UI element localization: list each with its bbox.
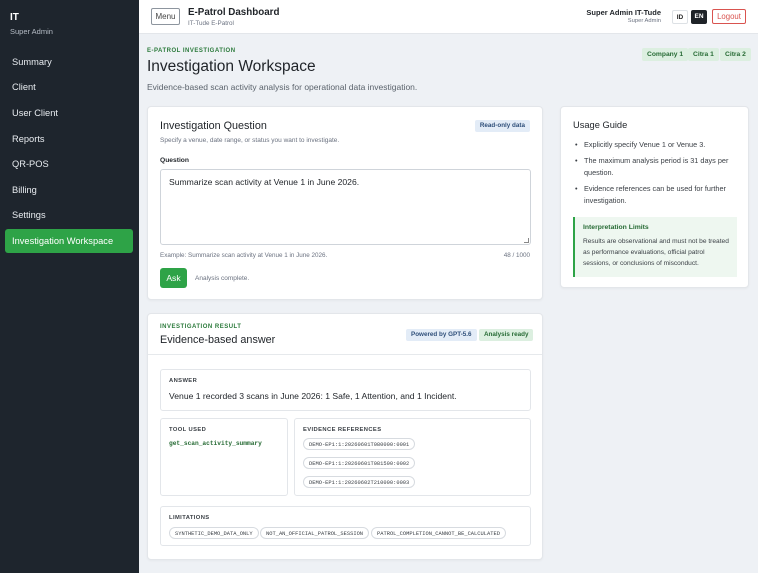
- limitation-chip: SYNTHETIC_DEMO_DATA_ONLY: [169, 527, 259, 539]
- interpretation-limits-title: Interpretation Limits: [583, 224, 649, 231]
- badge-company-1: Company 1: [642, 48, 689, 61]
- guide-item: The maximum analysis period is 31 days p…: [575, 155, 743, 179]
- menu-button[interactable]: Menu: [151, 8, 180, 25]
- badge-citra-1: Citra 1: [688, 48, 719, 61]
- ask-button[interactable]: Ask: [160, 268, 187, 288]
- limitations-label: LIMITATIONS: [169, 515, 210, 521]
- usage-guide-card: Usage Guide Explicitly specify Venue 1 o…: [560, 106, 749, 288]
- top-header: Menu E-Patrol Dashboard IT-Tude E-Patrol…: [139, 0, 758, 34]
- usage-guide-title: Usage Guide: [573, 120, 628, 130]
- logout-button[interactable]: Logout: [712, 9, 746, 24]
- sidebar-item-qr-pos[interactable]: QR-POS: [5, 152, 133, 176]
- result-eyebrow: INVESTIGATION RESULT: [160, 324, 242, 330]
- evidence-reference: DEMO-EP1:1:20260602T210000:0003: [303, 476, 416, 488]
- page-eyebrow: E-PATROL INVESTIGATION: [147, 48, 236, 54]
- evidence-reference: DEMO-EP1:1:20260601T080000:0001: [303, 438, 416, 450]
- brand: IT Super Admin: [0, 0, 139, 36]
- question-card-title: Investigation Question: [160, 120, 267, 132]
- brand-name: IT: [10, 12, 19, 23]
- answer-text: Venue 1 recorded 3 scans in June 2026: 1…: [169, 391, 457, 401]
- analysis-ready-badge: Analysis ready: [479, 329, 534, 341]
- sidebar-item-user-client[interactable]: User Client: [5, 101, 133, 125]
- answer-box: ANSWER Venue 1 recorded 3 scans in June …: [160, 369, 531, 411]
- result-divider: [148, 354, 542, 355]
- tool-used-label: TOOL USED: [169, 427, 207, 433]
- user-role: Super Admin: [627, 18, 661, 24]
- sidebar-item-billing[interactable]: Billing: [5, 178, 133, 202]
- sidebar-item-summary[interactable]: Summary: [5, 50, 133, 74]
- question-input[interactable]: Summarize scan activity at Venue 1 in Ju…: [160, 169, 531, 245]
- question-label: Question: [160, 157, 189, 164]
- resize-handle[interactable]: [524, 238, 529, 243]
- sidebar-item-settings[interactable]: Settings: [5, 203, 133, 227]
- badge-citra-2: Citra 2: [720, 48, 751, 61]
- tool-name: get_scan_activity_summary: [169, 440, 262, 447]
- sidebar: IT Super Admin Summary Client User Clien…: [0, 0, 139, 573]
- question-card-subtitle: Specify a venue, date range, or status y…: [160, 137, 340, 144]
- header-subtitle: IT-Tude E-Patrol: [188, 20, 234, 27]
- read-only-badge: Read-only data: [474, 120, 530, 132]
- page-title: Investigation Workspace: [147, 58, 316, 75]
- header-title: E-Patrol Dashboard: [188, 7, 280, 18]
- evidence-label: EVIDENCE REFERENCES: [303, 427, 382, 433]
- interpretation-limits-box: Interpretation Limits Results are observ…: [573, 217, 737, 277]
- answer-label: ANSWER: [169, 378, 198, 384]
- page-description: Evidence-based scan activity analysis fo…: [147, 82, 418, 92]
- powered-by-badge: Powered by GPT-5.6: [406, 329, 477, 341]
- sidebar-item-investigation-workspace[interactable]: Investigation Workspace: [5, 229, 133, 253]
- evidence-box: EVIDENCE REFERENCES DEMO-EP1:1:20260601T…: [294, 418, 531, 496]
- evidence-reference: DEMO-EP1:1:20260601T081500:0002: [303, 457, 416, 469]
- sidebar-item-reports[interactable]: Reports: [5, 127, 133, 151]
- sidebar-item-client[interactable]: Client: [5, 75, 133, 99]
- brand-role: Super Admin: [10, 27, 53, 36]
- user-name: Super Admin IT-Tude: [586, 8, 661, 17]
- limitations-box: LIMITATIONS SYNTHETIC_DEMO_DATA_ONLY NOT…: [160, 506, 531, 546]
- guide-item: Evidence references can be used for furt…: [575, 183, 743, 207]
- question-card: Investigation Question Specify a venue, …: [147, 106, 543, 300]
- lang-id-button[interactable]: ID: [672, 10, 688, 24]
- interpretation-limits-text: Results are observational and must not b…: [583, 238, 729, 267]
- analysis-status: Analysis complete.: [195, 275, 250, 282]
- limitation-chip: NOT_AN_OFFICIAL_PATROL_SESSION: [260, 527, 370, 539]
- result-card: INVESTIGATION RESULT Evidence-based answ…: [147, 313, 543, 560]
- result-title: Evidence-based answer: [160, 334, 276, 346]
- limitation-chip: PATROL_COMPLETION_CANNOT_BE_CALCULATED: [371, 527, 506, 539]
- guide-item: Explicitly specify Venue 1 or Venue 3.: [575, 139, 743, 151]
- character-counter: 48 / 1000: [503, 252, 530, 259]
- question-example: Example: Summarize scan activity at Venu…: [160, 252, 328, 259]
- tool-used-box: TOOL USED get_scan_activity_summary: [160, 418, 288, 496]
- lang-en-button[interactable]: EN: [691, 10, 707, 24]
